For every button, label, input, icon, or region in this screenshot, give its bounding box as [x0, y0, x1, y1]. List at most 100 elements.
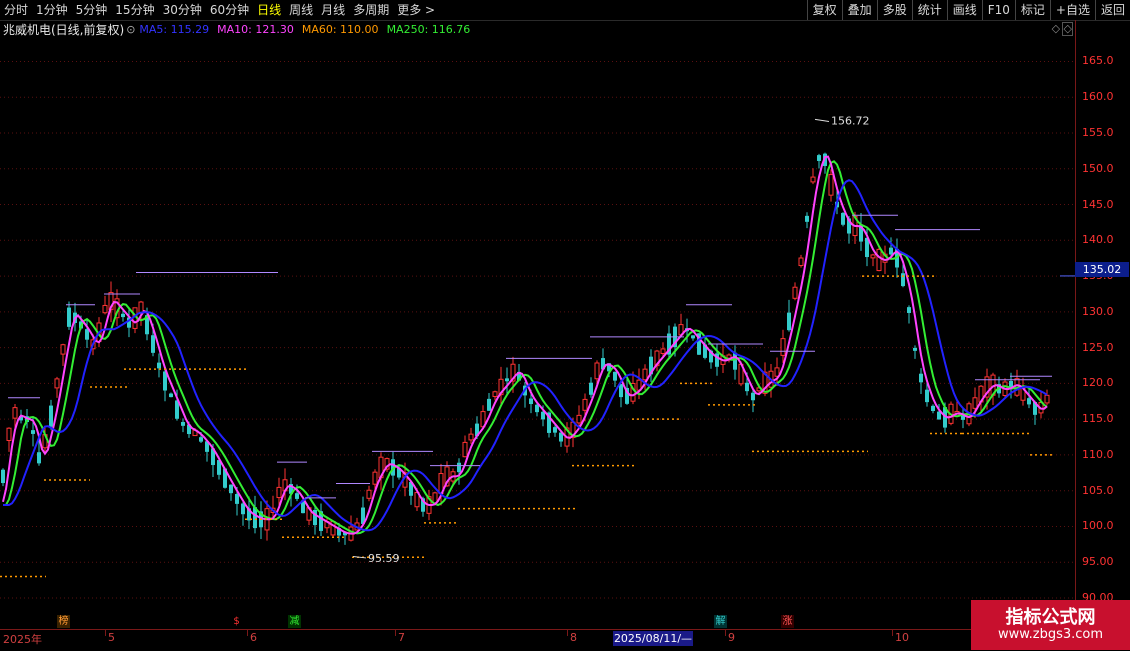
time-tick-1 — [105, 630, 106, 636]
event-badge-0[interactable]: 榜 — [57, 615, 70, 628]
candle-body-0 — [1, 469, 5, 484]
candle-body-14 — [85, 329, 89, 340]
time-tick-2 — [247, 630, 248, 636]
candle-body-17 — [102, 304, 108, 314]
current-price-label: 135.02 — [1075, 262, 1129, 277]
candle-body-99 — [594, 362, 600, 380]
candle-body-62 — [372, 471, 378, 485]
candle-body-153 — [919, 373, 923, 383]
candle-body-33 — [199, 437, 203, 442]
candle-body-1 — [6, 427, 12, 441]
candle-body-76 — [457, 462, 461, 473]
candle-body-96 — [576, 414, 582, 424]
price-tick-1: 160.0 — [1082, 90, 1114, 104]
price-tick-13: 100.0 — [1082, 519, 1114, 533]
candle-body-78 — [468, 433, 474, 441]
price-tick-11: 110.0 — [1082, 447, 1114, 461]
candle-body-84 — [505, 378, 509, 382]
high-price-label: 156.72 — [831, 115, 870, 128]
candle-body-92 — [553, 427, 557, 433]
candle-body-5 — [31, 430, 35, 434]
price-tick-8: 125.0 — [1082, 340, 1114, 354]
price-tick-0: 165.0 — [1082, 54, 1114, 68]
candle-body-90 — [541, 411, 545, 420]
time-label-1: 5 — [108, 631, 115, 644]
time-tick-6 — [892, 630, 893, 636]
candle-body-154 — [925, 389, 929, 403]
candle-body-2 — [12, 407, 18, 419]
time-label-3: 7 — [398, 631, 405, 644]
candle-body-46 — [276, 486, 282, 499]
candle-body-148 — [889, 247, 893, 255]
candle-body-133 — [798, 257, 804, 267]
candle-body-6 — [37, 452, 41, 464]
candle-body-30 — [181, 422, 185, 426]
price-tick-4: 145.0 — [1082, 197, 1114, 211]
candle-body-9 — [54, 378, 60, 389]
candle-body-49 — [295, 493, 299, 499]
candle-body-174 — [1044, 394, 1050, 404]
event-badge-3[interactable]: 解 — [714, 615, 727, 628]
candle-body-125 — [751, 392, 755, 401]
candle-body-88 — [529, 398, 533, 405]
watermark-title: 指标公式网 — [1005, 607, 1096, 628]
time-tick-4 — [567, 630, 568, 636]
candle-body-146 — [876, 248, 882, 272]
candle-body-25 — [151, 335, 155, 353]
candle-body-102 — [613, 371, 617, 381]
price-tick-5: 140.0 — [1082, 233, 1114, 247]
candle-body-38 — [229, 484, 233, 494]
candle-body-171 — [1027, 398, 1031, 405]
ma5-line — [2, 155, 1048, 535]
watermark-logo: 指标公式网 www.zbgs3.com — [971, 600, 1130, 650]
watermark-url: www.zbgs3.com — [997, 627, 1104, 642]
candle-body-122 — [733, 352, 737, 370]
candle-body-124 — [745, 382, 749, 392]
candle-body-26 — [157, 362, 161, 369]
candle-body-140 — [841, 212, 845, 225]
price-tick-9: 120.0 — [1082, 376, 1114, 390]
candle-body-152 — [913, 347, 917, 351]
event-badge-1[interactable]: $ — [230, 615, 243, 628]
event-badge-2[interactable]: 减 — [288, 615, 301, 628]
candle-body-136 — [817, 155, 821, 161]
candle-body-107 — [642, 368, 648, 381]
time-label-4: 8 — [570, 631, 577, 644]
time-label-0: 2025年 — [3, 633, 42, 646]
candle-body-61 — [366, 489, 372, 499]
low-marker-arrow — [352, 556, 367, 559]
candle-body-138 — [828, 174, 834, 196]
candle-body-115 — [691, 335, 695, 339]
price-tick-14: 95.00 — [1082, 555, 1114, 569]
price-tick-2: 155.0 — [1082, 126, 1114, 139]
time-axis: 2025年 5 6 7 8 9 10 — [0, 629, 1075, 651]
candle-body-82 — [492, 391, 498, 397]
price-tick-12: 105.0 — [1082, 483, 1114, 497]
time-label-2: 6 — [250, 631, 257, 644]
event-badge-4[interactable]: 涨 — [781, 615, 794, 628]
price-tick-7: 130.0 — [1082, 304, 1114, 318]
candle-body-110 — [660, 348, 666, 354]
candle-body-11 — [67, 307, 71, 327]
time-label-6: 10 — [895, 631, 909, 644]
candle-body-40 — [241, 503, 245, 515]
candle-body-134 — [805, 215, 809, 222]
kline-chart[interactable]: 156.72 95.59 — [0, 0, 1130, 650]
candle-body-98 — [589, 382, 593, 395]
candle-body-103 — [619, 383, 623, 398]
candle-body-131 — [787, 312, 791, 331]
candle-body-8 — [49, 405, 53, 427]
candle-body-39 — [235, 494, 239, 504]
high-marker-arrow — [814, 118, 830, 123]
candle-body-155 — [931, 405, 935, 412]
candle-body-28 — [169, 393, 173, 398]
price-tick-10: 115.0 — [1082, 412, 1114, 426]
candle-body-150 — [901, 273, 905, 287]
candle-body-130 — [780, 338, 786, 356]
price-tick-3: 150.0 — [1082, 161, 1114, 175]
candle-body-97 — [582, 398, 588, 411]
candle-body-10 — [60, 344, 66, 355]
candle-body-151 — [907, 307, 911, 313]
ma60-line — [3, 179, 1048, 532]
candle-body-132 — [792, 286, 798, 299]
